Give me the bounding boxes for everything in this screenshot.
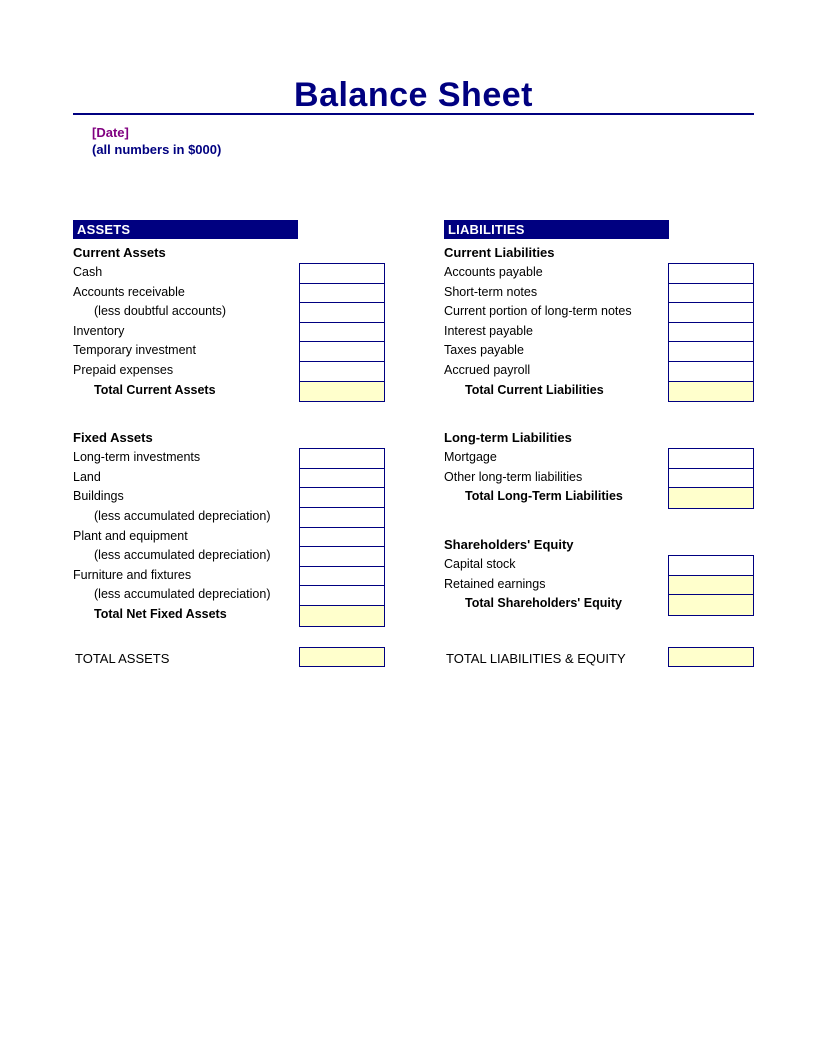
liabilities-section-header: LIABILITIES (444, 220, 669, 239)
value-input-box[interactable] (300, 527, 384, 548)
line-item-label: Accrued payroll (444, 362, 531, 377)
value-input-box[interactable] (669, 468, 753, 489)
assets-column: ASSETS Current Assets Cash Accounts receiv… (73, 220, 385, 627)
total-row-label: Total Current Assets (94, 382, 216, 397)
line-item-label: Buildings (73, 489, 124, 504)
value-input-box[interactable] (669, 555, 753, 576)
value-input-box[interactable] (300, 468, 384, 489)
value-input-box[interactable] (300, 342, 384, 362)
value-box-stack (299, 448, 385, 627)
value-input-box[interactable] (300, 449, 384, 469)
line-item-label: Accounts payable (444, 265, 543, 279)
assets-groups: Current Assets Cash Accounts receivable (le… (73, 243, 385, 627)
total-value-box[interactable] (669, 595, 753, 615)
line-item-label: Mortgage (444, 450, 497, 465)
value-input-box[interactable] (669, 264, 753, 284)
line-item-label: Plant and equipment (73, 528, 188, 543)
line-item-label: Furniture and fixtures (73, 567, 192, 582)
title-divider (73, 113, 754, 115)
group: Current Liabilities Accounts payable Short… (444, 243, 754, 403)
value-input-box[interactable] (669, 322, 753, 343)
total-row-label: Total Current Liabilities (465, 382, 604, 397)
value-input-box[interactable] (669, 303, 753, 323)
units-note: (all numbers in $000) (92, 142, 222, 157)
group-rows: Accounts payable Short-term notes Current … (444, 263, 754, 403)
line-item-label: Accounts receivable (73, 284, 185, 299)
total-row-label: Total Long-Term Liabilities (465, 489, 623, 504)
value-input-box[interactable] (300, 566, 384, 587)
group-title: Long-term Liabilities (444, 430, 572, 446)
line-item-label: (less accumulated depreciation) (94, 548, 271, 563)
value-input-box[interactable] (300, 507, 384, 528)
page-title: Balance Sheet (294, 76, 533, 114)
line-item-label: Short-term notes (444, 284, 538, 299)
total-liabilities-equity-label: TOTAL LIABILITIES & EQUITY (446, 651, 626, 666)
group-title: Shareholders' Equity (444, 536, 574, 552)
value-input-box[interactable] (669, 449, 753, 469)
liabilities-column: LIABILITIES Current Liabilities Accounts … (444, 220, 754, 616)
line-item-label: (less accumulated depreciation) (94, 587, 271, 602)
line-item-label: Inventory (73, 323, 125, 338)
value-input-box[interactable] (300, 303, 384, 323)
total-row-label: Total Net Fixed Assets (94, 606, 227, 621)
group: Fixed Assets Long-term investments Land Bui… (73, 428, 385, 627)
group-title: Current Liabilities (444, 245, 555, 260)
value-input-box[interactable] (300, 322, 384, 343)
value-box-stack (668, 263, 754, 403)
total-value-box[interactable] (669, 381, 753, 402)
value-input-box[interactable] (300, 283, 384, 304)
group: Long-term Liabilities Mortgage Other long-… (444, 428, 754, 509)
value-box-stack (668, 554, 754, 616)
total-liabilities-equity-value-box[interactable] (668, 647, 754, 667)
total-assets-value-box[interactable] (299, 647, 385, 667)
group: Shareholders' Equity Capital stock Retaine… (444, 535, 754, 616)
value-input-box[interactable] (669, 361, 753, 382)
line-item-label: Current portion of long-term notes (444, 304, 632, 319)
line-item-label: Capital stock (444, 556, 516, 571)
line-item-label: Interest payable (444, 323, 533, 338)
line-item-label: (less doubtful accounts) (94, 304, 227, 319)
line-item-label: Long-term investments (73, 450, 201, 465)
group-rows: Mortgage Other long-term liabilities Total… (444, 448, 754, 509)
group-rows: Cash Accounts receivable (less doubtful ac… (73, 263, 385, 403)
total-row-label: Total Shareholders' Equity (465, 596, 622, 611)
group: Current Assets Cash Accounts receivable (le… (73, 243, 385, 403)
line-item-label: Temporary investment (73, 343, 196, 358)
group-title: Fixed Assets (73, 430, 153, 446)
value-input-box[interactable] (300, 586, 384, 606)
group-title: Current Assets (73, 245, 166, 260)
total-assets-label: TOTAL ASSETS (75, 651, 170, 666)
liabilities-groups: Current Liabilities Accounts payable Short… (444, 243, 754, 616)
total-value-box[interactable] (300, 605, 384, 626)
value-input-box[interactable] (669, 283, 753, 304)
value-input-box[interactable] (669, 342, 753, 362)
total-value-box[interactable] (669, 488, 753, 508)
line-item-label: Land (73, 469, 101, 484)
value-box-stack (668, 448, 754, 509)
line-item-label: (less accumulated depreciation) (94, 508, 271, 523)
value-input-box[interactable] (300, 547, 384, 567)
group-rows: Long-term investments Land Buildings (less … (73, 448, 385, 627)
group-rows: Capital stock Retained earnings Total Shar… (444, 554, 754, 616)
value-input-box[interactable] (300, 361, 384, 382)
line-item-label: Taxes payable (444, 343, 524, 358)
line-item-label: Cash (73, 265, 103, 279)
value-input-box[interactable] (300, 488, 384, 508)
total-value-box[interactable] (300, 381, 384, 402)
value-box-stack (299, 263, 385, 403)
assets-section-header: ASSETS (73, 220, 298, 239)
value-input-box[interactable] (669, 575, 753, 596)
date-placeholder[interactable]: [Date] (92, 125, 129, 140)
line-item-label: Prepaid expenses (73, 362, 174, 377)
line-item-label: Retained earnings (444, 576, 546, 591)
line-item-label: Other long-term liabilities (444, 469, 583, 484)
value-input-box[interactable] (300, 264, 384, 284)
